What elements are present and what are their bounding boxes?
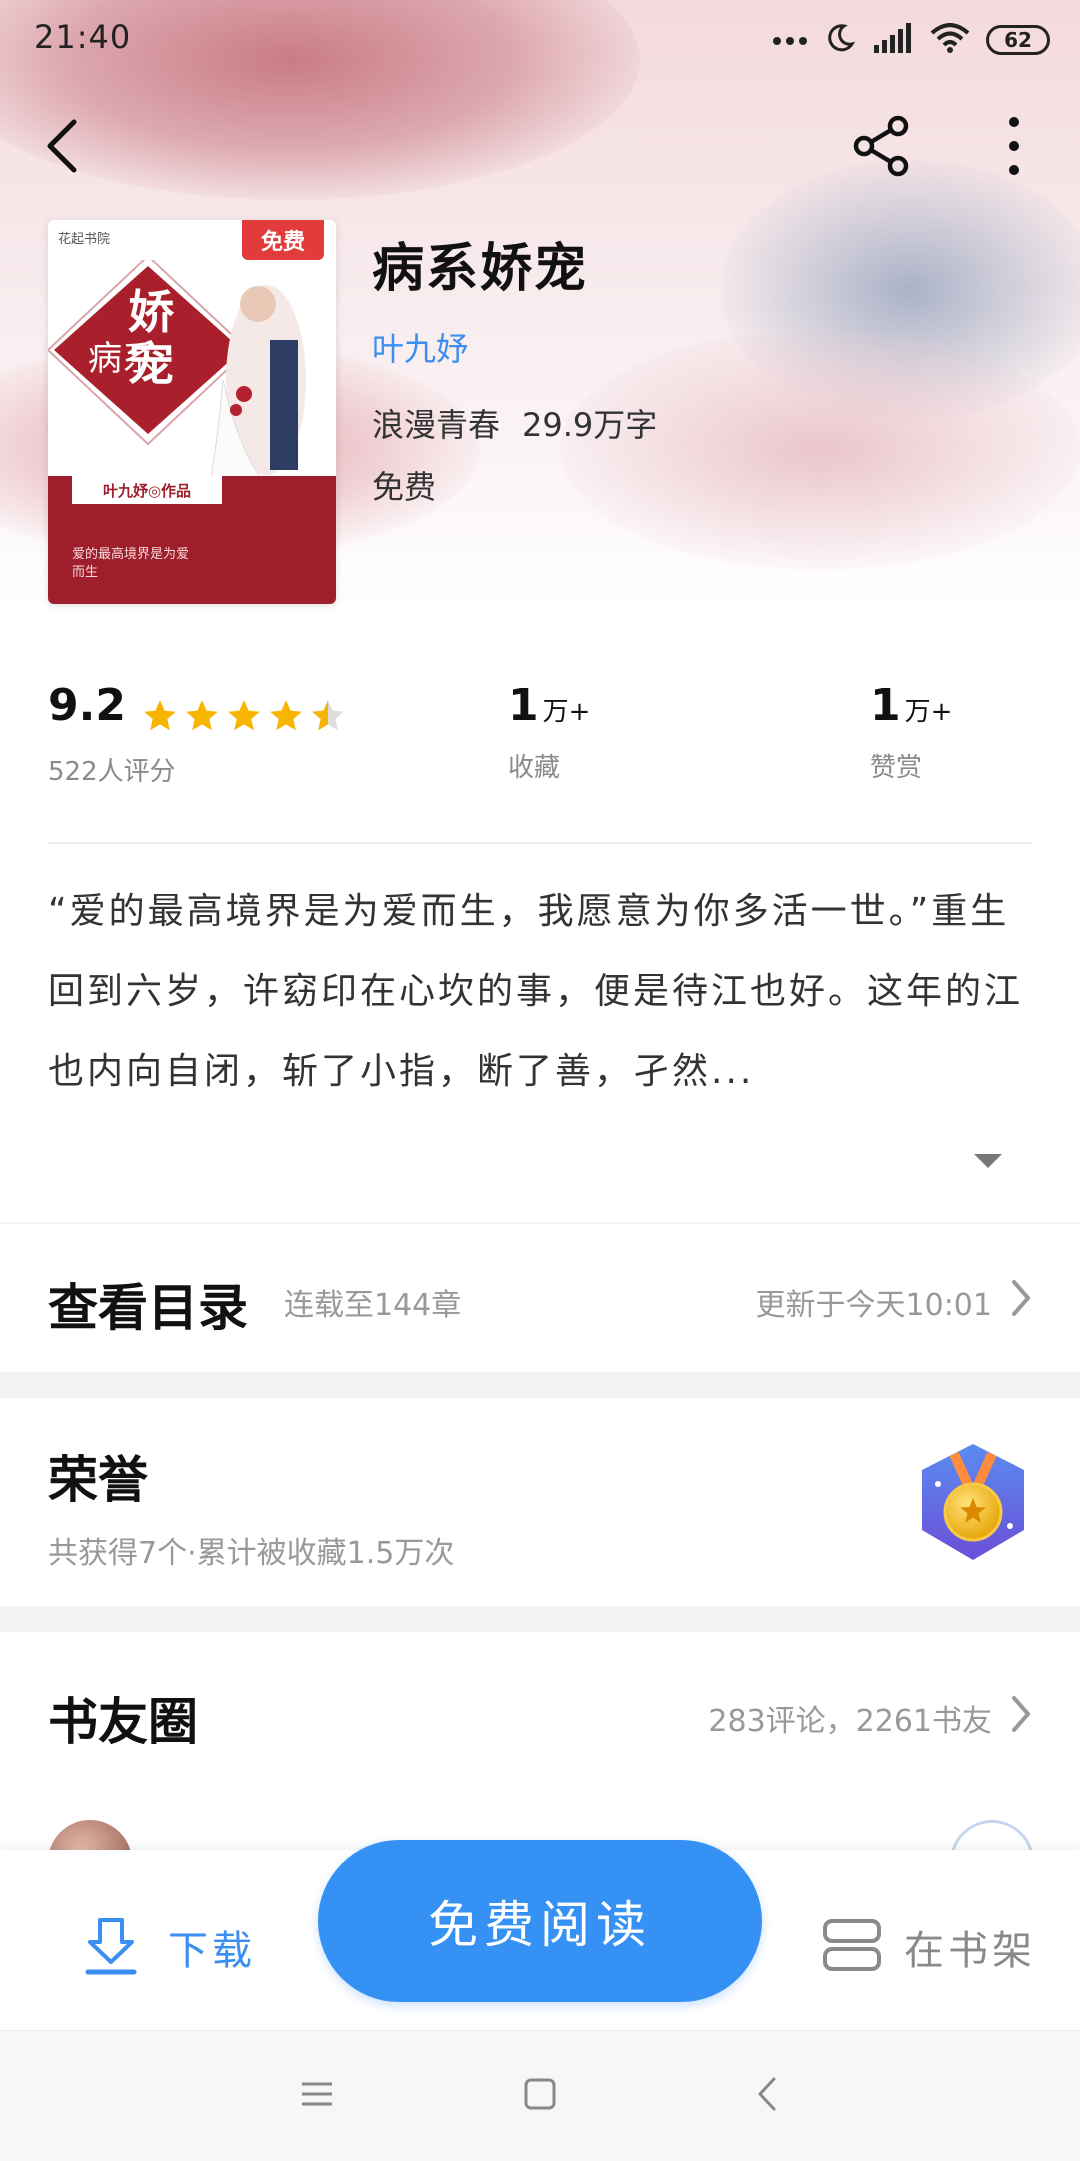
- chevron-right-icon: [1012, 1696, 1030, 1732]
- rewards-label: 赞赏: [870, 753, 923, 783]
- book-title: 病系娇宠: [372, 239, 589, 299]
- status-icons: 62: [772, 18, 1050, 62]
- star-icon: [228, 699, 260, 730]
- book-description[interactable]: “爱的最高境界是为爱而生，我愿意为你多活一世。”重生回到六岁，许窈印在心坎的事，…: [48, 872, 1032, 1112]
- cover-tagline: 爱的最高境界是为爱而生: [72, 547, 190, 580]
- back-arrow-icon: [42, 118, 82, 178]
- book-genre: 浪漫青春: [372, 406, 501, 444]
- wifi-icon: [930, 23, 970, 57]
- cover-illustration: 病系: [48, 260, 306, 496]
- rating-count: 522人评分: [48, 756, 176, 787]
- download-icon: [84, 1914, 138, 1980]
- caret-down-icon: [968, 1154, 1008, 1186]
- share-button[interactable]: [834, 100, 930, 196]
- book-price: 免费: [372, 468, 437, 506]
- favorites-value: 1: [508, 680, 539, 731]
- favorites-label: 收藏: [508, 753, 561, 783]
- book-circle-summary: 283评论，2261书友: [708, 1704, 992, 1739]
- system-nav-bar: [0, 2030, 1080, 2161]
- star-icon: [186, 699, 218, 730]
- star-icon: [144, 699, 176, 730]
- rewards-unit: 万+: [904, 697, 953, 727]
- medal-icon: [922, 1444, 1024, 1560]
- expand-description-button[interactable]: [968, 1142, 1008, 1182]
- home-button[interactable]: [507, 2063, 573, 2129]
- book-circle-title: 书友圈: [48, 1692, 198, 1751]
- menu-lines-icon: [300, 2080, 334, 2112]
- catalog-title: 查看目录: [48, 1278, 248, 1337]
- favorites-unit: 万+: [542, 697, 591, 727]
- on-shelf-label: 在书架: [904, 1928, 1036, 1974]
- square-icon: [523, 2077, 557, 2115]
- bottom-action-bar: 下载 免费阅读 在书架: [0, 1840, 1080, 2030]
- section-gap: [0, 1372, 1080, 1398]
- book-word-count: 29.9万字: [522, 406, 658, 444]
- free-read-button[interactable]: 免费阅读: [318, 1840, 762, 2002]
- rating-stars: [141, 697, 347, 735]
- signal-icon: [872, 23, 914, 57]
- status-time: 21:40: [34, 18, 132, 56]
- stats-section: 9.2 522人评分 1 万+ 收藏 1 万+ 赞赏: [48, 680, 1032, 810]
- section-gap: [0, 1606, 1080, 1632]
- cover-title-big: 娇宠: [128, 285, 174, 391]
- on-shelf-button[interactable]: 在书架: [822, 1912, 1036, 1982]
- honor-title: 荣誉: [48, 1450, 148, 1509]
- cover-publisher: 花起书院: [58, 232, 111, 247]
- half-star-icon: [312, 699, 344, 730]
- stats-divider: [48, 842, 1032, 844]
- cover-free-tag: 免费: [242, 220, 324, 260]
- back-chevron-icon: [756, 2076, 778, 2116]
- share-icon: [850, 114, 914, 182]
- moon-icon: [824, 22, 856, 58]
- catalog-row[interactable]: 查看目录 连载至144章 更新于今天10:01: [0, 1224, 1080, 1372]
- catalog-updated: 更新于今天10:01: [755, 1288, 992, 1323]
- more-options-button[interactable]: [966, 100, 1062, 196]
- rewards-value: 1: [870, 680, 901, 731]
- favorites-stat: 1 万+ 收藏: [508, 680, 590, 784]
- rating-score: 9.2: [48, 680, 126, 731]
- chevron-right-icon: [1012, 1280, 1030, 1316]
- system-back-button[interactable]: [734, 2063, 800, 2129]
- book-circle-row[interactable]: 书友圈 283评论，2261书友: [0, 1632, 1080, 1782]
- book-author-link[interactable]: 叶九妤: [372, 324, 468, 370]
- back-button[interactable]: [14, 100, 110, 196]
- book-cover[interactable]: 花起书院 免费 病系 娇宠 叶九妤◎作品 爱的最高境界是为爱而生: [48, 220, 336, 604]
- rewards-stat[interactable]: 1 万+ 赞赏: [870, 680, 952, 784]
- recent-apps-button[interactable]: [284, 2063, 350, 2129]
- more-dots-icon: [772, 31, 808, 50]
- battery-indicator: 62: [986, 25, 1050, 55]
- download-label: 下载: [168, 1928, 256, 1974]
- catalog-status: 连载至144章: [284, 1288, 462, 1323]
- cover-author: 叶九妤◎作品: [72, 476, 222, 504]
- vertical-dots-icon: [1008, 116, 1020, 180]
- bookshelf-icon: [822, 1917, 882, 1977]
- status-bar: 21:40 62: [0, 0, 1080, 80]
- star-icon: [270, 699, 302, 730]
- download-button[interactable]: 下载: [84, 1912, 256, 1982]
- honor-summary: 共获得7个·累计被收藏1.5万次: [48, 1536, 455, 1571]
- book-meta: 浪漫青春 29.9万字: [372, 400, 657, 446]
- top-nav: [0, 100, 1080, 196]
- rating-stat[interactable]: 9.2 522人评分: [48, 680, 347, 788]
